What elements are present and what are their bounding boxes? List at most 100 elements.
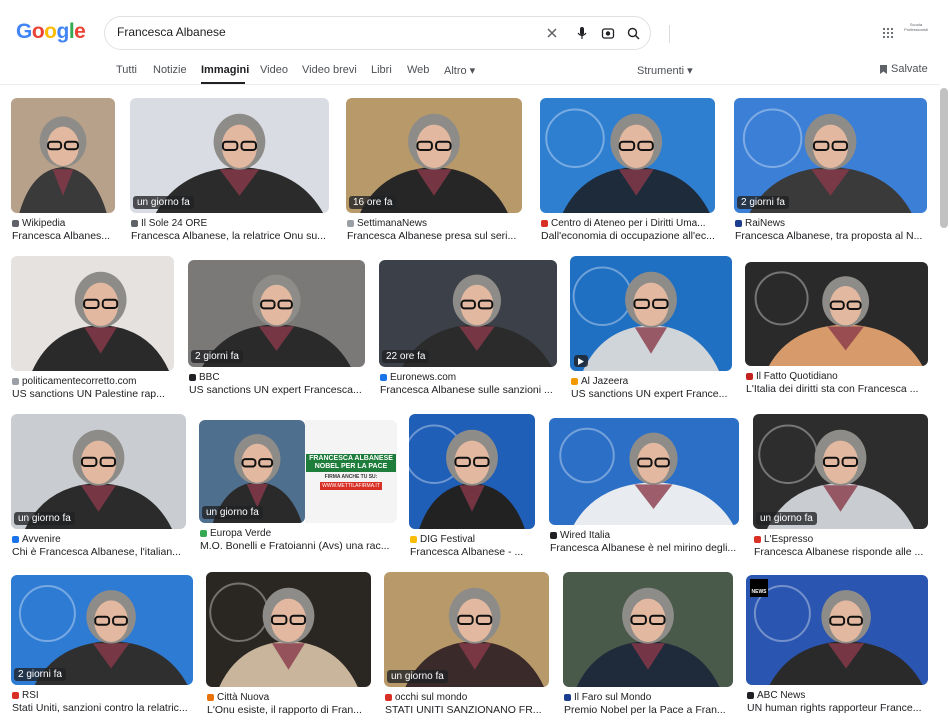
image-result-card[interactable]: Il Faro sul Mondo Premio Nobel per la Pac… [563,572,733,717]
image-result-card[interactable]: un giorno fa Avvenire Chi è Francesca Alba… [11,414,186,559]
result-thumbnail[interactable] [570,256,732,371]
result-title[interactable]: Francesca Albanese, tra proposta al N... [735,230,928,242]
tab-altro[interactable]: Altro ▾ [444,64,475,77]
image-result-card[interactable]: 2 giorni fa RSI Stati Uniti, sanzioni cont… [11,575,193,715]
image-result-card[interactable]: un giorno fa Il Sole 24 ORE Francesca Alba… [130,98,329,243]
image-result-card[interactable]: Città Nuova L'Onu esiste, il rapporto di … [206,572,371,717]
image-result-card[interactable]: Wired Italia Francesca Albanese è nel mir… [549,418,739,555]
result-title[interactable]: Chi è Francesca Albanese, l'italian... [12,546,187,558]
result-source[interactable]: Europa Verde [200,528,398,539]
result-title[interactable]: Francesca Albanes... [12,230,116,242]
result-thumbnail[interactable]: 22 ore fa [379,260,557,367]
tools-button[interactable]: Strumenti ▾ [637,64,693,77]
account-avatar[interactable]: Scuola Professionisti [902,22,930,44]
result-source[interactable]: DIG Festival [410,534,536,545]
result-thumbnail[interactable]: un giorno fa [130,98,329,213]
result-thumbnail[interactable]: un giorno fa [199,420,305,523]
image-result-card[interactable]: 2 giorni fa BBC US sanctions UN expert Fra… [188,260,365,397]
result-thumbnail[interactable] [11,256,174,371]
result-source[interactable]: Città Nuova [207,692,372,703]
result-title[interactable]: Premio Nobel per la Pace a Fran... [564,704,734,716]
result-title[interactable]: Francesca Albanese sulle sanzioni ... [380,384,558,396]
result-thumbnail[interactable] [745,262,928,366]
favicon-icon [754,536,761,543]
result-source[interactable]: Avvenire [12,534,187,545]
saved-button[interactable]: Salvate [879,63,928,75]
image-result-card[interactable]: FRANCESCA ALBANESE NOBEL PER LA PACE FIRMA… [199,420,397,553]
page-scrollbar[interactable] [940,88,948,228]
result-thumbnail[interactable] [540,98,715,213]
result-title[interactable]: US sanctions UN Palestine rap... [12,388,175,400]
search-icon[interactable] [626,26,640,40]
tab-web[interactable]: Web [407,64,429,76]
tab-video[interactable]: Video [260,64,288,76]
result-thumbnail[interactable]: 2 giorni fa [734,98,927,213]
image-result-card[interactable]: Wikipedia Francesca Albanes... [11,98,115,243]
image-result-card[interactable]: politicamentecorretto.com US sanctions UN… [11,256,174,401]
result-source[interactable]: ABC News [747,690,929,701]
result-thumbnail[interactable] [563,572,733,687]
lens-camera-icon[interactable] [601,26,615,40]
result-source[interactable]: Il Fatto Quotidiano [746,371,929,382]
tab-tutti[interactable]: Tutti [116,64,137,76]
result-thumbnail[interactable]: 16 ore fa [346,98,522,213]
image-result-card[interactable]: Centro di Ateneo per i Diritti Uma... Dal… [540,98,715,243]
result-title[interactable]: STATI UNITI SANZIONANO FR... [385,704,550,716]
result-title[interactable]: US sanctions UN expert France... [571,388,733,400]
image-result-card[interactable]: DIG Festival Francesca Albanese - ... [409,414,535,559]
result-source[interactable]: Il Sole 24 ORE [131,218,330,229]
result-thumbnail[interactable] [11,98,115,213]
result-title[interactable]: Francesca Albanese risponde alle ... [754,546,929,558]
result-source[interactable]: Wired Italia [550,530,740,541]
tab-immagini[interactable]: Immagini [201,64,249,76]
image-result-card[interactable]: Il Fatto Quotidiano L'Italia dei diritti … [745,262,928,396]
result-thumbnail[interactable] [549,418,739,525]
result-source[interactable]: Euronews.com [380,372,558,383]
tab-libri[interactable]: Libri [371,64,392,76]
clear-icon[interactable] [545,26,559,40]
image-result-card[interactable]: Al Jazeera US sanctions UN expert France.… [570,256,732,401]
image-result-card[interactable]: un giorno fa occhi sul mondo STATI UNITI S… [384,572,549,717]
tab-notizie[interactable]: Notizie [153,64,187,76]
result-source[interactable]: Wikipedia [12,218,116,229]
result-title[interactable]: Francesca Albanese presa sul seri... [347,230,523,242]
result-source[interactable]: Centro di Ateneo per i Diritti Uma... [541,218,716,229]
result-thumbnail[interactable]: 2 giorni fa [11,575,193,685]
result-source[interactable]: Al Jazeera [571,376,733,387]
microphone-icon[interactable] [575,26,589,40]
result-source[interactable]: RaiNews [735,218,928,229]
result-title[interactable]: Dall'economia di occupazione all'ec... [541,230,716,242]
result-title[interactable]: Francesca Albanese, la relatrice Onu su.… [131,230,330,242]
result-title[interactable]: L'Onu esiste, il rapporto di Fran... [207,704,372,716]
result-thumbnail[interactable]: un giorno fa [11,414,186,529]
image-result-card[interactable]: 22 ore fa Euronews.com Francesca Albanese … [379,260,557,397]
apps-grid-icon[interactable] [882,26,894,39]
google-logo[interactable]: Google [16,20,86,44]
image-result-card[interactable]: 16 ore fa SettimanaNews Francesca Albanese… [346,98,522,243]
result-source[interactable]: BBC [189,372,366,383]
result-source[interactable]: RSI [12,690,194,701]
result-thumbnail[interactable]: un giorno fa [753,414,928,529]
result-source[interactable]: occhi sul mondo [385,692,550,703]
result-source[interactable]: L'Espresso [754,534,929,545]
result-thumbnail[interactable]: NEWS [746,575,928,685]
image-result-card[interactable]: 2 giorni fa RaiNews Francesca Albanese, tr… [734,98,927,243]
result-title[interactable]: L'Italia dei diritti sta con Francesca .… [746,383,929,395]
result-thumbnail[interactable] [409,414,535,529]
image-result-card[interactable]: NEWS ABC News UN human rights rapporteur F… [746,575,928,715]
result-title[interactable]: M.O. Bonelli e Fratoianni (Avs) una rac.… [200,540,398,552]
result-thumbnail[interactable]: 2 giorni fa [188,260,365,367]
result-thumbnail[interactable]: un giorno fa [384,572,549,687]
result-title[interactable]: UN human rights rapporteur France... [747,702,929,714]
search-input[interactable] [117,25,517,39]
result-thumbnail[interactable] [206,572,371,687]
image-result-card[interactable]: un giorno fa L'Espresso Francesca Albanese… [753,414,928,559]
result-title[interactable]: US sanctions UN expert Francesca... [189,384,366,396]
result-title[interactable]: Stati Uniti, sanzioni contro la relatric… [12,702,194,714]
result-source[interactable]: SettimanaNews [347,218,523,229]
result-title[interactable]: Francesca Albanese - ... [410,546,536,558]
result-source[interactable]: politicamentecorretto.com [12,376,175,387]
tab-video-brevi[interactable]: Video brevi [302,64,357,76]
result-title[interactable]: Francesca Albanese è nel mirino degli... [550,542,740,554]
result-source[interactable]: Il Faro sul Mondo [564,692,734,703]
